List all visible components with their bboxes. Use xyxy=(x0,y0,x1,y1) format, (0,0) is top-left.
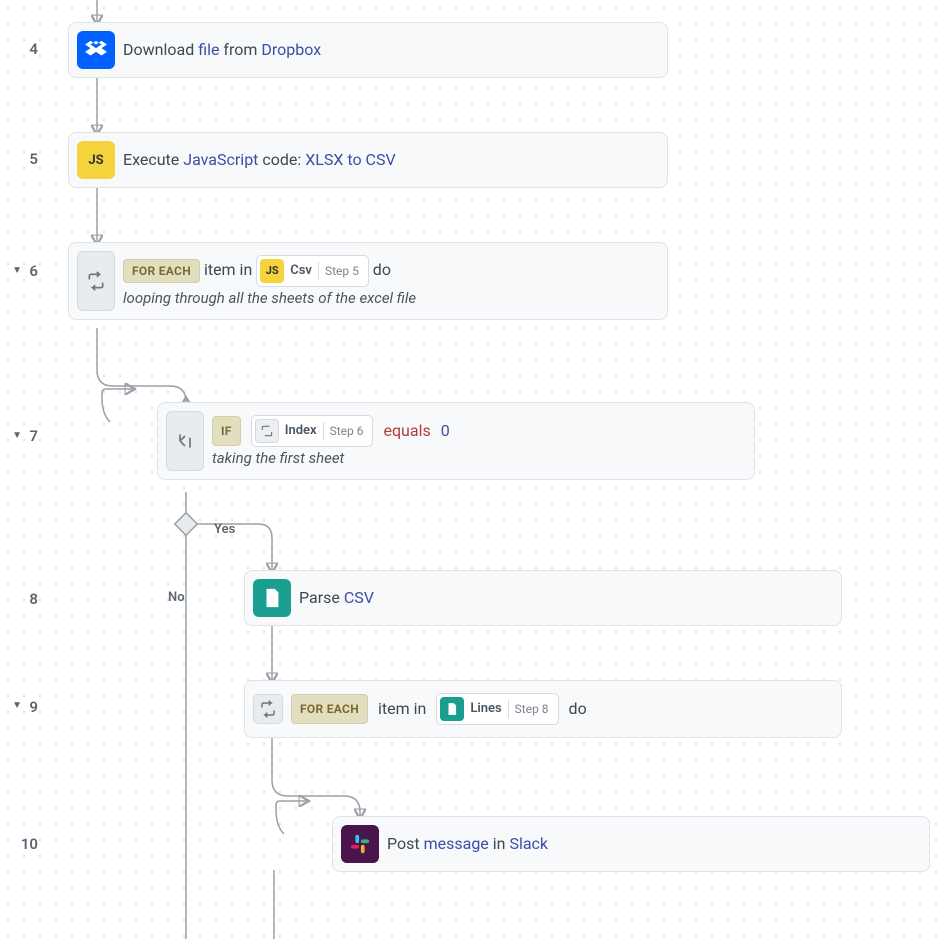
step-card-foreach-lines[interactable]: FOR EACH item in Lines Step 8 do xyxy=(244,680,842,738)
step-text: Execute JavaScript code: XLSX to CSV xyxy=(123,150,396,169)
step-number-7: 7 xyxy=(29,427,38,445)
branch-label-no: No xyxy=(168,590,185,605)
collapse-caret-9[interactable]: ▼ xyxy=(12,700,22,711)
step-number-8: 8 xyxy=(29,590,38,608)
step-number-4: 4 xyxy=(29,40,38,58)
source-chip-index-step6[interactable]: Index Step 6 xyxy=(251,415,374,447)
source-chip-csv-step5[interactable]: JS Csv Step 5 xyxy=(256,255,369,287)
step-comment: looping through all the sheets of the ex… xyxy=(123,289,651,307)
slack-icon xyxy=(341,825,379,863)
collapse-caret-7[interactable]: ▼ xyxy=(12,430,22,441)
step-number-10: 10 xyxy=(21,835,38,853)
foreach-badge: FOR EACH xyxy=(123,259,200,283)
csv-icon xyxy=(253,579,291,617)
step-comment: taking the first sheet xyxy=(212,449,738,467)
step-text: IF Index Step 6 equals 0 xyxy=(212,415,738,447)
loop-icon xyxy=(77,251,115,311)
collapse-caret-6[interactable]: ▼ xyxy=(12,265,22,276)
step-text: Post message in Slack xyxy=(387,834,548,853)
step-card-foreach-sheets[interactable]: FOR EACH item in JS Csv Step 5 do loopin… xyxy=(68,242,668,320)
if-badge: IF xyxy=(212,416,241,446)
step-card-post-slack[interactable]: Post message in Slack xyxy=(332,816,930,872)
step-number-6: 6 xyxy=(29,262,38,280)
step-text: FOR EACH item in JS Csv Step 5 do xyxy=(123,255,651,287)
dropbox-icon xyxy=(77,31,115,69)
javascript-icon: JS xyxy=(77,141,115,179)
step-card-execute-js[interactable]: JS Execute JavaScript code: XLSX to CSV xyxy=(68,132,668,188)
step-text: Download file from Dropbox xyxy=(123,40,321,59)
foreach-badge: FOR EACH xyxy=(291,694,368,724)
source-chip-lines-step8[interactable]: Lines Step 8 xyxy=(436,693,558,725)
step-card-download-dropbox[interactable]: Download file from Dropbox xyxy=(68,22,668,78)
branch-icon xyxy=(166,411,204,471)
javascript-icon: JS xyxy=(260,259,284,283)
step-text: Parse CSV xyxy=(299,588,374,607)
csv-icon xyxy=(440,697,464,721)
step-card-if-first-sheet[interactable]: IF Index Step 6 equals 0 taking the firs… xyxy=(157,402,755,480)
step-number-5: 5 xyxy=(29,150,38,168)
branch-label-yes: Yes xyxy=(214,522,235,537)
loop-icon xyxy=(255,419,279,443)
step-card-parse-csv[interactable]: Parse CSV xyxy=(244,570,842,626)
loop-icon xyxy=(253,694,283,724)
step-number-9: 9 xyxy=(29,698,38,716)
step-text: FOR EACH item in Lines Step 8 do xyxy=(291,693,825,725)
